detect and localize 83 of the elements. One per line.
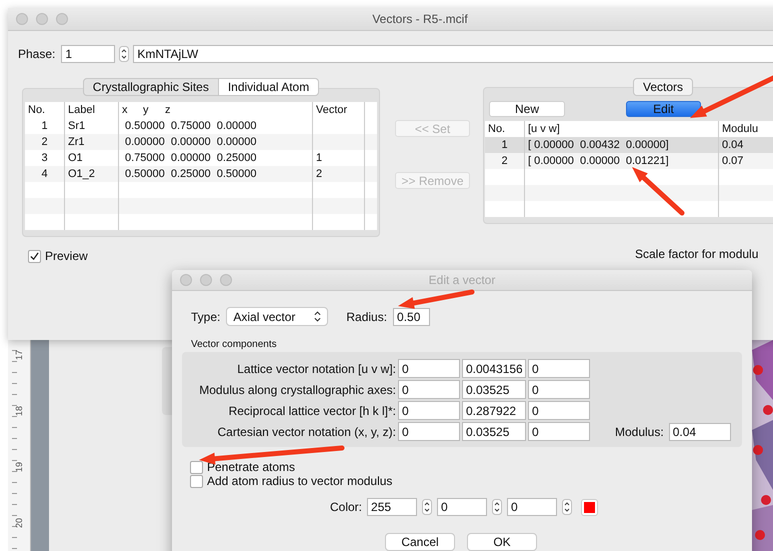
radius-field[interactable]: 0.50 bbox=[393, 308, 430, 326]
value-field[interactable]: 0 bbox=[398, 422, 460, 441]
field-label: Modulus along crystallographic axes: bbox=[198, 382, 397, 396]
table-cell: Zr1 bbox=[65, 134, 119, 150]
column-header: y bbox=[143, 103, 150, 118]
column-header: x bbox=[122, 103, 128, 118]
table-cell: 0.00000 0.00000 0.00000 bbox=[119, 134, 313, 150]
minimize-icon[interactable] bbox=[200, 274, 212, 286]
column-header: z bbox=[165, 103, 172, 118]
field-label: Cartesian vector notation (x, y, z): bbox=[216, 424, 397, 438]
modulus-label: Modulus: bbox=[615, 424, 664, 438]
dialog-button[interactable]: Cancel bbox=[385, 533, 455, 551]
color-field[interactable]: 0 bbox=[507, 498, 558, 516]
vector-button[interactable]: New bbox=[489, 101, 565, 117]
value-field[interactable]: 0 bbox=[528, 380, 590, 399]
table-cell: 2 bbox=[316, 168, 322, 180]
table-cell: 4 bbox=[25, 166, 65, 182]
stepper[interactable] bbox=[562, 499, 572, 515]
column-header: No. bbox=[25, 102, 65, 118]
dialog-button[interactable]: OK bbox=[467, 533, 537, 551]
annotation-arrow bbox=[632, 167, 684, 216]
color-label: Color: bbox=[330, 500, 362, 514]
table-cell: O1_2 bbox=[65, 166, 119, 182]
value-field[interactable]: 0.0043156 bbox=[462, 359, 526, 378]
minimize-icon[interactable] bbox=[36, 13, 48, 25]
ruler-label: 18 bbox=[14, 406, 24, 416]
scale-label: Scale factor for modulu bbox=[635, 247, 760, 261]
table-row[interactable]: 1 [ 0.00000 0.00432 0.00000] 0.04 bbox=[485, 137, 773, 153]
checkbox[interactable] bbox=[190, 474, 203, 488]
close-icon[interactable] bbox=[180, 274, 192, 286]
table-cell: 2 bbox=[25, 134, 65, 150]
value-field[interactable]: 0 bbox=[528, 401, 590, 420]
phase-label: Phase: bbox=[18, 47, 56, 61]
value-field[interactable]: 0.03525 bbox=[462, 380, 526, 399]
color-field[interactable]: 255 bbox=[367, 498, 418, 516]
ruler-label: 19 bbox=[14, 462, 24, 472]
updown-icon bbox=[314, 311, 322, 322]
type-label: Type: bbox=[191, 310, 220, 324]
close-icon[interactable] bbox=[16, 13, 28, 25]
preview-checkbox[interactable] bbox=[28, 250, 41, 262]
stepper[interactable] bbox=[422, 499, 432, 515]
color-swatch[interactable] bbox=[581, 498, 598, 516]
value-field[interactable]: 0.03525 bbox=[462, 422, 526, 441]
phase-field[interactable]: 1 bbox=[61, 45, 116, 63]
field-label: Reciprocal lattice vector [h k l]*: bbox=[228, 404, 397, 418]
window-title: Vectors - R5-.mcif bbox=[372, 12, 468, 26]
group-label: Vector components bbox=[191, 339, 278, 350]
table-cell: 1 bbox=[316, 152, 322, 164]
value-field[interactable]: 0.287922 bbox=[462, 401, 526, 420]
tab[interactable]: Individual Atom bbox=[218, 78, 320, 96]
value-field[interactable]: 0 bbox=[398, 359, 460, 378]
checkbox-label: Add atom radius to vector modulus bbox=[207, 474, 392, 488]
checkbox-label: Penetrate atoms bbox=[207, 460, 296, 474]
column-header: Modulu bbox=[721, 122, 760, 137]
tab[interactable]: Crystallographic Sites bbox=[82, 78, 219, 96]
column-header: Vector bbox=[313, 102, 365, 118]
table-cell: 0.50000 0.25000 0.50000 bbox=[119, 166, 313, 182]
color-field[interactable]: 0 bbox=[437, 498, 488, 516]
value-field[interactable]: 0 bbox=[528, 422, 590, 441]
zoom-icon[interactable] bbox=[56, 13, 68, 25]
ruler-label: 17 bbox=[14, 350, 24, 360]
type-select[interactable]: Axial vector bbox=[226, 307, 328, 326]
zoom-icon[interactable] bbox=[220, 274, 232, 286]
vector-button[interactable]: Edit bbox=[626, 101, 701, 117]
checkbox-label: Preview bbox=[45, 249, 88, 263]
dialog-title: Edit a vector bbox=[428, 273, 496, 287]
field-label: Lattice vector notation [u v w]: bbox=[236, 362, 397, 376]
tab[interactable]: Vectors bbox=[633, 78, 693, 96]
ruler-label: 20 bbox=[14, 518, 24, 528]
stepper[interactable] bbox=[492, 499, 502, 515]
phase-name-field[interactable]: KmNTAjLW bbox=[133, 45, 773, 63]
table-row[interactable]: 2 [ 0.00000 0.00000 0.01221] 0.07 bbox=[485, 153, 773, 169]
value-field[interactable]: 0 bbox=[398, 401, 460, 420]
checkbox[interactable] bbox=[190, 460, 203, 474]
value-field[interactable]: 0 bbox=[528, 359, 590, 378]
table-cell-text: 0.04 bbox=[721, 138, 744, 153]
column-header: Label bbox=[65, 102, 119, 118]
table-cell: 2 bbox=[485, 153, 525, 169]
modulus-field[interactable]: 0.04 bbox=[668, 422, 731, 440]
radius-label: Radius: bbox=[346, 310, 388, 324]
value-field[interactable]: 0 bbox=[398, 380, 460, 399]
table-cell-text: 0.07 bbox=[721, 154, 744, 169]
stepper[interactable] bbox=[119, 46, 130, 62]
